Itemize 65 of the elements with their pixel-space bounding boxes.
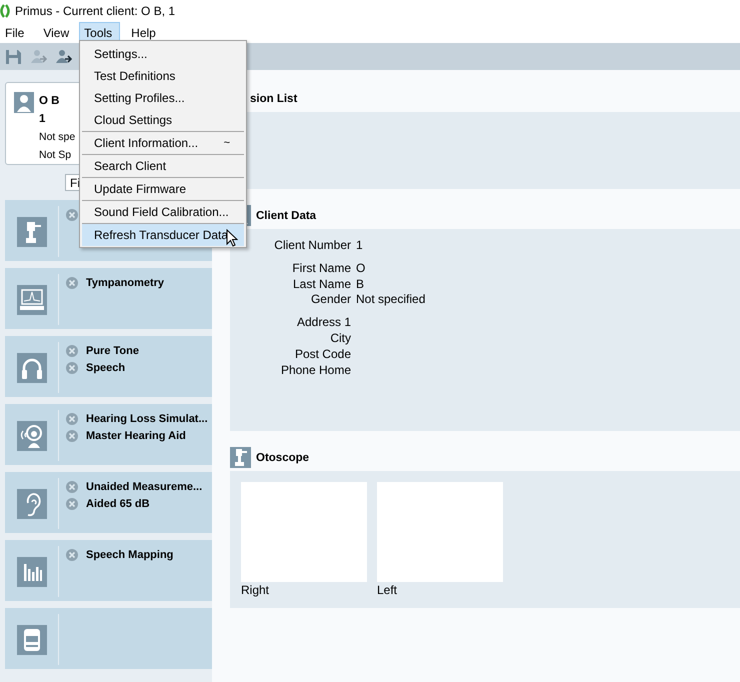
menu-entry[interactable]: Refresh Transducer Data — [82, 224, 244, 246]
test-name[interactable]: Master Hearing Aid — [86, 430, 186, 442]
test-name[interactable]: Speech Mapping — [86, 548, 174, 560]
test-name[interactable]: Tympanometry — [86, 276, 164, 288]
remove-icon[interactable] — [66, 412, 78, 424]
menu-item[interactable]: Help — [126, 22, 164, 43]
test-name[interactable]: Pure Tone — [86, 344, 139, 356]
field-label: Phone Home — [280, 362, 351, 378]
ear-icon[interactable] — [16, 488, 46, 518]
listener-icon[interactable] — [16, 420, 46, 450]
test-name[interactable]: Unaided Measureme... — [86, 480, 202, 492]
field-value: O — [356, 260, 366, 277]
client-detail: Not Sp — [39, 148, 72, 163]
field-value: Not specified — [356, 292, 426, 308]
person-arrow-icon[interactable] — [55, 48, 72, 64]
menu-item[interactable]: File — [0, 22, 32, 43]
menu-entry[interactable]: Setting Profiles... — [82, 87, 244, 109]
section-title: sion List — [250, 92, 298, 104]
image-caption: Left — [377, 582, 398, 598]
remove-icon[interactable] — [66, 498, 78, 510]
menu-entry[interactable]: Client Information... ~ — [82, 132, 244, 154]
remove-icon[interactable] — [66, 276, 78, 288]
test-name[interactable]: Aided 65 dB — [86, 498, 150, 510]
remove-icon[interactable] — [66, 548, 78, 560]
remove-icon[interactable] — [66, 362, 78, 374]
pointer-icon — [226, 229, 238, 247]
window-title: Primus - Current client: O B, 1 — [15, 4, 176, 18]
menu-entry[interactable]: Update Firmware — [82, 178, 244, 200]
remove-icon[interactable] — [66, 344, 78, 356]
image-caption: Right — [241, 582, 270, 598]
test-name[interactable]: Speech — [86, 362, 126, 374]
field-label: Address 1 — [296, 315, 351, 331]
client-number: 1 — [39, 112, 46, 127]
field-value: 1 — [356, 238, 364, 254]
menu-entry[interactable]: Settings... — [82, 43, 244, 65]
menu-entry[interactable]: Search Client — [82, 155, 244, 177]
otoscope-icon — [230, 447, 251, 468]
menu-entry[interactable]: Sound Field Calibration... — [82, 201, 244, 223]
remove-icon[interactable] — [66, 480, 78, 492]
otoscope-icon[interactable] — [16, 216, 46, 246]
headphones-icon[interactable] — [16, 352, 46, 382]
app-logo-icon — [0, 4, 10, 18]
section-title: Client Data — [256, 210, 316, 222]
client-name: O B — [39, 94, 60, 109]
device-icon[interactable] — [16, 624, 46, 654]
field-value: B — [356, 276, 366, 292]
client-detail: Not spe — [39, 130, 76, 145]
field-label: Gender — [310, 292, 351, 308]
remove-icon[interactable] — [66, 430, 78, 442]
bar-chart-icon[interactable] — [16, 556, 46, 586]
test-name[interactable]: Hearing Loss Simulat... — [86, 412, 208, 424]
field-label: Post Code — [294, 346, 351, 363]
laptop-graph-icon[interactable] — [16, 284, 46, 314]
section-title: Otoscope — [256, 452, 310, 464]
avatar-icon — [14, 92, 34, 113]
field-label: Last Name — [292, 276, 351, 292]
shortcut-text: ~ — [224, 137, 230, 149]
remove-icon[interactable] — [66, 208, 78, 220]
menu-entry[interactable]: Test Definitions — [82, 65, 244, 87]
save-icon[interactable] — [5, 48, 22, 64]
field-label: City — [329, 330, 351, 347]
field-label: First Name — [291, 260, 351, 277]
menu-item[interactable]: View — [38, 22, 78, 43]
menu-entry[interactable]: Cloud Settings — [82, 109, 244, 131]
field-label: Client Number — [273, 238, 351, 254]
